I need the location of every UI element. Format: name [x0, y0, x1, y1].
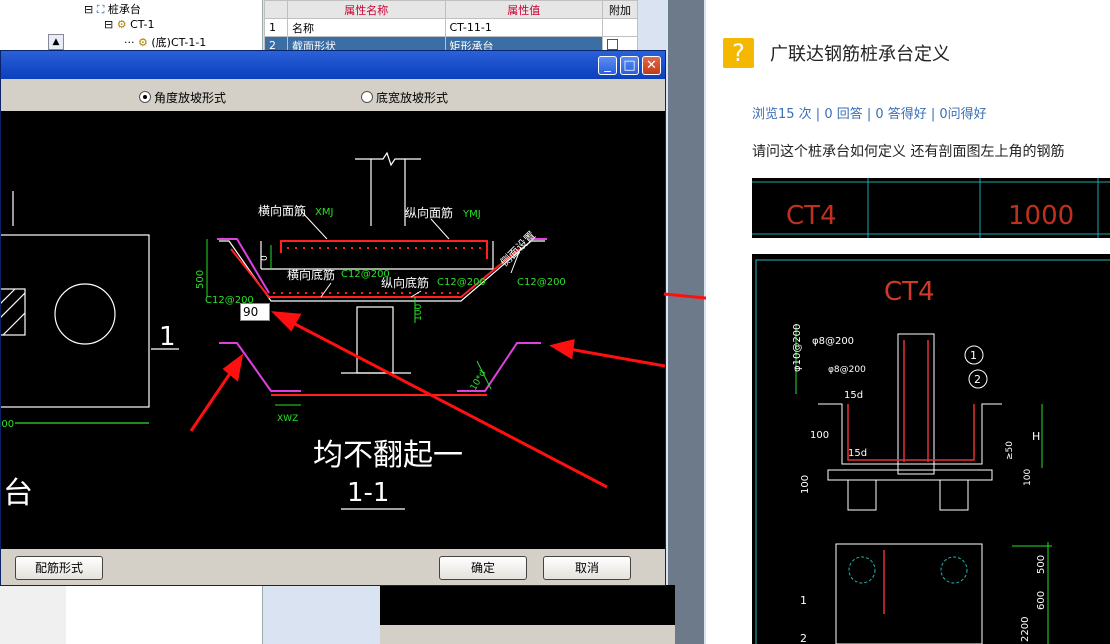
detail-plan-label-1: 1	[800, 594, 807, 607]
dim-0: 0	[260, 255, 270, 261]
prop-header-value: 属性值	[444, 0, 603, 19]
pile-cap-dialog: _ □ ✕ 角度放坡形式 底宽放坡形式 1 500 台	[0, 50, 666, 586]
detail-dim-500: 500	[1036, 555, 1047, 574]
drawing-canvas[interactable]: 1 500 台	[1, 111, 665, 549]
label-v-bottom: 纵向底筋	[381, 275, 429, 290]
label-v-top-code: YMJ	[462, 209, 481, 220]
detail-label-100-side: 100	[810, 430, 829, 441]
minimize-icon: _	[604, 58, 611, 73]
property-table: 属性名称 属性值 附加 1 名称 CT-11-1 2 截面形状 矩形承台	[264, 0, 638, 55]
detail-label-15d-top: 15d	[844, 390, 863, 401]
label-h-top-code: XMJ	[315, 207, 333, 218]
label-v-bottom-code: C12@200	[437, 277, 486, 288]
detail-dim-2200: 2200	[1020, 617, 1031, 642]
detail-label-2: 2	[974, 373, 981, 386]
close-icon: ✕	[646, 58, 657, 73]
table-cell-1000: 1000	[1008, 201, 1074, 231]
label-side-right: C12@200	[517, 277, 566, 288]
dim-100: 100	[414, 304, 424, 321]
hatch-line	[1, 292, 26, 318]
tree-node-root[interactable]: ⊟ ⛶ 桩承台	[84, 1, 141, 17]
close-button[interactable]: ✕	[642, 56, 661, 75]
pile-cap-section-drawing: 1 500 台	[1, 151, 665, 511]
prop-row[interactable]: 1 名称 CT-11-1	[264, 18, 638, 37]
section-mark-text: 1	[159, 322, 176, 352]
ok-button[interactable]: 确定	[439, 556, 527, 580]
parameter-input[interactable]: 90	[240, 303, 270, 321]
maximize-button[interactable]: □	[620, 56, 639, 75]
label-h-bottom: 横向底筋	[287, 267, 335, 282]
label-h-top: 横向面筋	[258, 203, 306, 218]
dim-500: 500	[195, 270, 206, 289]
label-side-setting: 侧面设置	[498, 229, 538, 269]
detail-label-h: H	[1032, 430, 1040, 443]
plan-title-text: 台	[3, 476, 33, 511]
table-cell-ct4: CT4	[786, 201, 837, 231]
minimize-button[interactable]: _	[598, 56, 617, 75]
hatch-line	[2, 312, 26, 336]
detail-label-100-bottom: 100	[800, 475, 811, 494]
detail-label-stirrup-vertical: φ10@200	[792, 324, 803, 372]
tree-child-label: CT-1	[130, 18, 155, 31]
question-title: 广联达钢筋桩承台定义	[770, 44, 950, 65]
plan-outline	[1, 234, 150, 408]
radio-dot	[361, 91, 373, 103]
detail-plan-label-2: 2	[800, 632, 807, 644]
label-v-top: 纵向面筋	[405, 205, 453, 220]
dialog-title-bar[interactable]: _ □ ✕	[1, 51, 665, 79]
radio-angle-slope[interactable]: 角度放坡形式	[139, 89, 226, 106]
question-stats[interactable]: 浏览15 次 | 0 回答 | 0 答得好 | 0问得好	[752, 103, 987, 122]
hatch-line	[1, 288, 16, 304]
drawing-note: 均不翻起一	[313, 438, 463, 473]
rebar-form-button[interactable]: 配筋形式	[15, 556, 103, 580]
detail-label-min50: ≥50	[1005, 441, 1015, 460]
pile-circle	[54, 283, 116, 345]
attachment-image-table[interactable]: CT4 1000	[752, 178, 1110, 238]
radio-width-label: 底宽放坡形式	[376, 91, 449, 105]
detail-drawing: CT4 φ10@200 φ8@200 φ8@200 1 2 15d 15d 10…	[755, 259, 1110, 644]
tree-node-leaf[interactable]: ··· ⚙ (底)CT-1-1	[124, 34, 206, 50]
background-window-strip	[668, 0, 704, 644]
prop-header-extra: 附加	[602, 0, 638, 19]
section-title: 1-1	[347, 478, 389, 508]
cancel-button[interactable]: 取消	[543, 556, 631, 580]
detail-label-stirrup-top: φ8@200	[812, 336, 854, 347]
tree-root-label: 桩承台	[107, 3, 141, 16]
radio-width-slope[interactable]: 底宽放坡形式	[361, 89, 448, 106]
attachment-image-detail[interactable]: CT4 φ10@200 φ8@200 φ8@200 1 2 15d 15d 10…	[752, 254, 1110, 644]
radio-angle-label: 角度放坡形式	[154, 91, 227, 105]
question-icon: ?	[723, 38, 754, 68]
prop-row-num: 1	[264, 18, 288, 37]
extra-checkbox[interactable]	[607, 38, 618, 50]
detail-title: CT4	[884, 277, 935, 307]
background-status-bar	[380, 625, 675, 644]
tree-leaf-label: (底)CT-1-1	[151, 36, 207, 49]
prop-row-name: 名称	[287, 18, 446, 37]
radio-dot-checked	[139, 91, 151, 103]
scroll-up-button[interactable]: ▲	[48, 34, 64, 50]
top-rebar	[280, 240, 488, 259]
dimension-lines	[206, 239, 492, 406]
tree-node-child[interactable]: ⊟ ⚙ CT-1	[104, 18, 154, 31]
detail-label-1: 1	[970, 349, 977, 362]
detail-dim-600: 600	[1036, 591, 1047, 610]
detail-label-100-right: 100	[1023, 469, 1033, 486]
maximize-icon: □	[623, 58, 636, 73]
question-body: 请问这个桩承台如何定义 还有剖面图左上角的钢筋	[752, 144, 1065, 160]
plan-dim-text: 500	[1, 419, 14, 430]
background-left-strip	[0, 585, 66, 644]
plan-view	[1, 191, 179, 424]
detail-label-15d-bottom: 15d	[848, 448, 867, 459]
dim-xwz: XWZ	[277, 414, 298, 424]
prop-row-value[interactable]: CT-11-1	[444, 18, 603, 37]
detail-label-stirrup: φ8@200	[828, 365, 866, 375]
prop-header-name: 属性名称	[287, 0, 446, 19]
qa-page: ? 广联达钢筋桩承台定义 浏览15 次 | 0 回答 | 0 答得好 | 0问得…	[706, 0, 1110, 644]
table-drawing: CT4 1000	[752, 178, 1110, 238]
